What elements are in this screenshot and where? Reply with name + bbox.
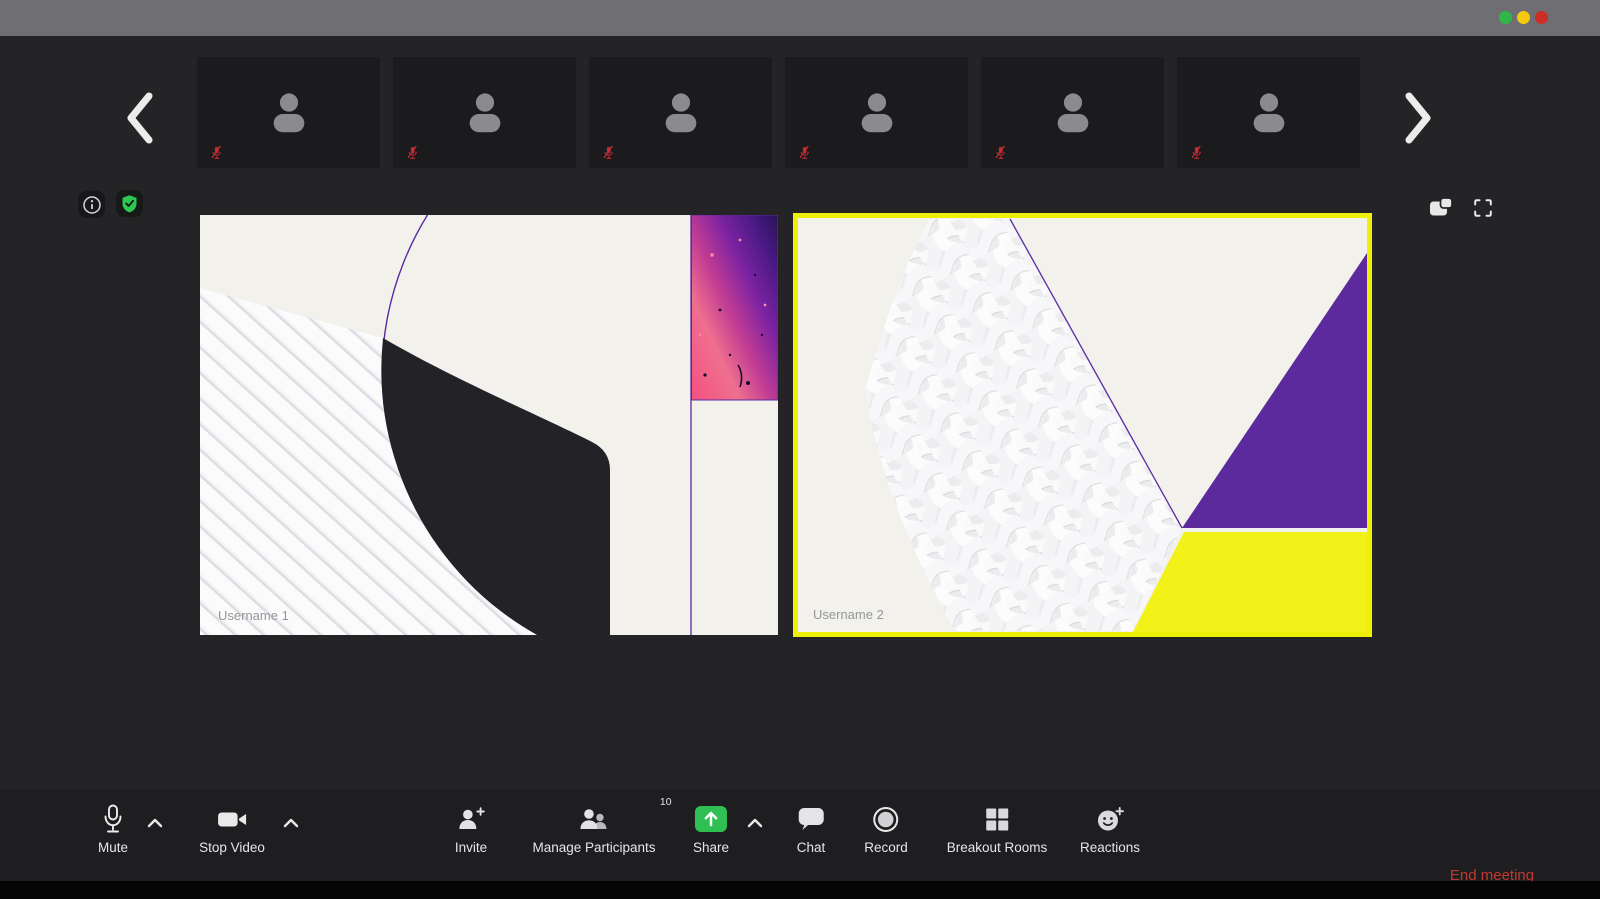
meeting-content: Username 1 Username 2 Mute Stop Video In… <box>0 36 1600 884</box>
bottom-black-band <box>0 881 1600 899</box>
breakout-rooms-button[interactable]: Breakout Rooms <box>946 803 1048 855</box>
participant-name-label: Username 2 <box>813 607 884 622</box>
muted-mic-icon <box>211 145 221 159</box>
participant-thumbnail[interactable] <box>197 57 380 168</box>
reactions-label: Reactions <box>1079 840 1141 855</box>
invite-button[interactable]: Invite <box>455 803 487 855</box>
toolbar: Mute Stop Video Invite 10 Manage Partici… <box>0 790 1600 884</box>
microphone-icon <box>104 804 122 833</box>
previous-participants-button[interactable] <box>122 91 158 148</box>
breakout-rooms-label: Breakout Rooms <box>946 840 1048 855</box>
participants-strip <box>197 57 1360 168</box>
info-icon <box>82 195 101 214</box>
chevron-up-icon <box>147 818 163 828</box>
meeting-window: Username 1 Username 2 Mute Stop Video In… <box>0 0 1600 899</box>
fullscreen-icon <box>1474 199 1492 217</box>
person-avatar-icon <box>861 92 892 132</box>
reactions-button[interactable]: Reactions <box>1080 803 1140 855</box>
participant-thumbnail[interactable] <box>1177 57 1360 168</box>
video-tile-1[interactable]: Username 1 <box>200 70 991 680</box>
chat-bubble-icon <box>798 808 824 830</box>
person-avatar-icon <box>1057 92 1088 132</box>
person-avatar-icon <box>1253 92 1284 132</box>
muted-mic-icon <box>1191 145 1201 159</box>
muted-mic-icon <box>407 145 417 159</box>
share-screen-icon <box>695 806 727 832</box>
video-tile-2[interactable]: Username 2 <box>793 213 1372 637</box>
muted-mic-icon <box>603 145 613 159</box>
traffic-light-red-icon[interactable] <box>1535 11 1548 24</box>
manage-participants-label: Manage Participants <box>532 840 656 855</box>
video-feed-art-1 <box>200 70 991 680</box>
reactions-smiley-icon <box>1097 806 1124 830</box>
switch-view-button[interactable] <box>1429 197 1453 222</box>
person-avatar-icon <box>469 92 500 132</box>
participant-thumbnail[interactable] <box>981 57 1164 168</box>
next-participants-button[interactable] <box>1400 91 1436 148</box>
chevron-up-icon <box>747 818 763 828</box>
stop-video-label: Stop Video <box>199 840 265 855</box>
chat-button[interactable]: Chat <box>796 803 826 855</box>
mute-label: Mute <box>97 840 129 855</box>
share-options-chevron[interactable] <box>746 816 764 834</box>
manage-participants-button[interactable]: 10 Manage Participants <box>532 796 671 855</box>
record-label: Record <box>864 840 908 855</box>
muted-mic-icon <box>799 145 809 159</box>
participant-name-label: Username 1 <box>218 608 289 623</box>
chevron-right-icon <box>1405 92 1431 144</box>
participant-thumbnail[interactable] <box>589 57 772 168</box>
share-label: Share <box>692 840 730 855</box>
share-button[interactable]: Share <box>693 803 729 855</box>
stop-video-button[interactable]: Stop Video <box>199 803 265 855</box>
title-bar <box>0 0 1600 36</box>
chat-label: Chat <box>796 840 826 855</box>
video-camera-icon <box>218 812 246 826</box>
participant-thumbnail[interactable] <box>785 57 968 168</box>
fullscreen-button[interactable] <box>1474 199 1492 222</box>
stop-video-options-chevron[interactable] <box>282 816 300 834</box>
record-icon <box>873 806 899 832</box>
invite-label: Invite <box>454 840 488 855</box>
meeting-info-button[interactable] <box>78 191 105 218</box>
traffic-light-green-icon[interactable] <box>1499 11 1512 24</box>
participant-thumbnail[interactable] <box>393 57 576 168</box>
muted-mic-icon <box>995 145 1005 159</box>
record-button[interactable]: Record <box>864 803 908 855</box>
security-button[interactable] <box>116 190 143 217</box>
mute-button[interactable]: Mute <box>98 803 128 855</box>
person-avatar-icon <box>273 92 304 132</box>
participants-icon <box>579 809 606 829</box>
mute-options-chevron[interactable] <box>146 816 164 834</box>
breakout-rooms-grid-icon <box>985 808 1008 830</box>
traffic-light-yellow-icon[interactable] <box>1517 11 1530 24</box>
chevron-left-icon <box>127 92 153 144</box>
participants-count-badge: 10 <box>659 796 672 808</box>
security-shield-icon <box>122 195 137 213</box>
gallery-view-icon <box>1430 197 1453 216</box>
video-feed-art-2 <box>793 213 1372 637</box>
invite-person-add-icon <box>459 807 485 829</box>
chevron-up-icon <box>283 818 299 828</box>
person-avatar-icon <box>665 92 696 132</box>
